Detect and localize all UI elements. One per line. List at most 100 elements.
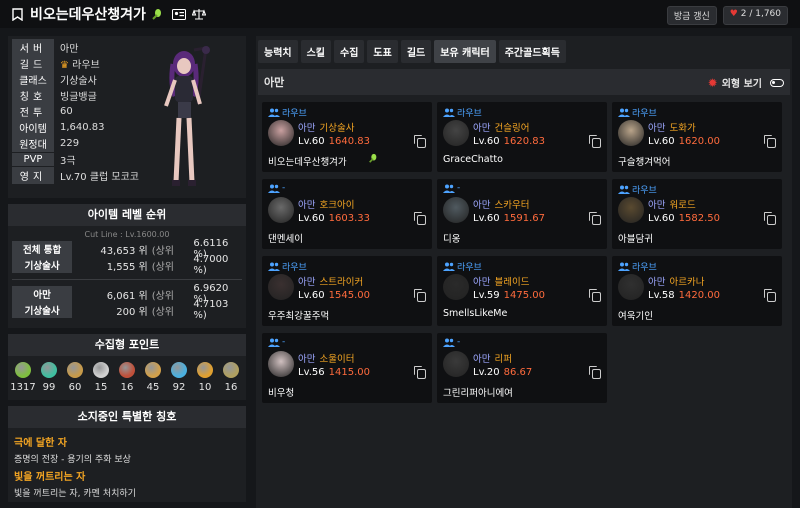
ranking-paren: (상위: [151, 290, 175, 302]
users-icon: [268, 108, 280, 117]
character-card[interactable]: - 아만 스카우터 Lv.60 1591.67 디옹: [437, 179, 607, 249]
character-card[interactable]: 라우브 아만 기상술사 Lv.60 1640.83 비오는데우산챙겨가: [262, 102, 432, 172]
collection-item[interactable]: 45: [141, 362, 165, 393]
guild-name: -: [457, 337, 461, 347]
character-card[interactable]: 라우브 아만 건슬링어 Lv.60 1620.83 GraceChatto: [437, 102, 607, 172]
character-card[interactable]: - 아만 소울이터 Lv.56 1415.00 비우청: [262, 333, 432, 403]
profile-label: PVP: [12, 152, 54, 166]
character-avatar: [618, 120, 644, 146]
character-avatar: [268, 120, 294, 146]
profile-value: 1,640.83: [60, 121, 105, 133]
profile-value: 아만: [60, 43, 79, 55]
combat-level: Lv.58: [648, 290, 675, 301]
character-card[interactable]: 라우브 아만 워로드 Lv.60 1582.50 아블담귀: [612, 179, 782, 249]
ranking-label: 기상술사: [12, 302, 73, 318]
item-level: 1640.83: [328, 136, 370, 147]
collection-item[interactable]: 99: [37, 362, 61, 393]
card-server-class: 아만 기상술사: [298, 120, 354, 134]
character-card[interactable]: 라우브 아만 도화가 Lv.60 1620.00 구슬챙겨먹어: [612, 102, 782, 172]
scale-icon[interactable]: [191, 7, 206, 21]
card-levels: Lv.60 1582.50: [648, 213, 720, 224]
tab-guild[interactable]: 길드: [400, 40, 432, 63]
copy-icon[interactable]: [414, 135, 426, 148]
card-character-name: GraceChatto: [443, 154, 503, 165]
copy-icon[interactable]: [764, 212, 776, 225]
collection-item[interactable]: 10: [193, 362, 217, 393]
character-avatar: [443, 197, 469, 223]
copy-icon[interactable]: [414, 289, 426, 302]
card-levels: Lv.60 1640.83: [298, 136, 370, 147]
profile-label: 전투: [12, 102, 54, 120]
copy-icon[interactable]: [589, 366, 601, 379]
collection-item[interactable]: 1317: [10, 362, 36, 393]
character-avatar: [268, 197, 294, 223]
toggle-knob: [772, 80, 775, 84]
toggle-switch[interactable]: [770, 78, 784, 87]
copy-icon[interactable]: [414, 212, 426, 225]
left-column: 서버 아만 길드 ♛ 라우브 클래스 기상술사 칭호 빙글뱅글 전투 60 아이템 1,64…: [8, 36, 246, 502]
tab-charts[interactable]: 도표: [367, 40, 398, 63]
card-server-class: 아만 호크아이: [298, 197, 354, 211]
character-card[interactable]: 라우브 아만 스트라이커 Lv.60 1545.00 우주최강꿀주먹: [262, 256, 432, 326]
collection-item[interactable]: 15: [89, 362, 113, 393]
tab-weekly-gold[interactable]: 주간골드획득: [498, 40, 566, 63]
combat-level: Lv.60: [473, 136, 500, 147]
copy-icon[interactable]: [414, 366, 426, 379]
tab-characters[interactable]: 보유 캐릭터: [434, 40, 496, 63]
world-tree-leaf-icon: [197, 362, 213, 378]
tab-skills[interactable]: 스킬: [300, 40, 332, 63]
class-name: 리퍼: [494, 354, 512, 365]
profile-label: 클래스: [12, 70, 54, 88]
users-icon: [268, 338, 280, 347]
collection-item[interactable]: 60: [63, 362, 87, 393]
mokoko-seed-icon: [15, 362, 31, 378]
server-name: 아만: [473, 200, 491, 211]
copy-icon[interactable]: [589, 289, 601, 302]
character-card[interactable]: - 아만 리퍼 Lv.20 86.67 그린리퍼아니에여: [437, 333, 607, 403]
card-character-name: 구슬챙겨먹어: [618, 157, 671, 168]
appearance-label: 외형 보기: [721, 79, 762, 90]
ranking-label: 전체 통합: [12, 241, 73, 257]
combat-level: Lv.59: [473, 290, 500, 301]
card-guild: -: [443, 337, 460, 347]
copy-icon[interactable]: [764, 289, 776, 302]
bookmark-icon[interactable]: [10, 7, 24, 21]
collection-item[interactable]: 92: [167, 362, 191, 393]
character-card[interactable]: 라우브 아만 아르카나 Lv.58 1420.00 여욱기인: [612, 256, 782, 326]
collection-value: 10: [198, 382, 212, 393]
class-name: 스트라이커: [319, 277, 364, 288]
ranking-rank: 200 위: [116, 306, 148, 318]
id-card-icon[interactable]: [171, 7, 186, 21]
card-levels: Lv.20 86.67: [473, 367, 532, 378]
copy-icon[interactable]: [764, 135, 776, 148]
appearance-toggle[interactable]: ✹ 외형 보기: [708, 75, 784, 90]
guild-name: -: [282, 337, 286, 347]
refresh-button[interactable]: 방금 갱신: [666, 6, 717, 25]
combat-level: Lv.60: [298, 290, 325, 301]
collection-item[interactable]: 16: [115, 362, 139, 393]
special-title-name: 극에 달한 자: [14, 438, 67, 449]
ranking-rank: 1,555 위: [106, 261, 148, 273]
item-level: 1603.33: [328, 213, 370, 224]
profile-value: 229: [60, 137, 80, 149]
special-title-name: 빛을 꺼트리는 자: [14, 472, 86, 483]
copy-icon[interactable]: [589, 135, 601, 148]
special-title-desc: 증명의 전장 - 용기의 주화 보상: [14, 455, 131, 465]
collection-value: 99: [42, 382, 56, 393]
class-name: 아르카나: [669, 277, 705, 288]
users-icon: [443, 184, 455, 193]
tab-collection[interactable]: 수집: [334, 40, 365, 63]
copy-icon[interactable]: [589, 212, 601, 225]
like-button[interactable]: ♥ 2 / 1,760: [722, 6, 788, 25]
class-name: 블레이드: [494, 277, 530, 288]
ranking-rank: 6,061 위: [106, 290, 148, 302]
card-guild: 라우브: [268, 260, 307, 273]
character-avatar: [268, 351, 294, 377]
guild-name: 라우브: [282, 263, 307, 273]
tab-stats[interactable]: 능력치: [258, 40, 298, 63]
guild-name: 라우브: [282, 109, 307, 119]
character-card[interactable]: - 아만 호크아이 Lv.60 1603.33 댄멘세이: [262, 179, 432, 249]
collection-item[interactable]: 16: [219, 362, 243, 393]
card-guild: 라우브: [618, 260, 657, 273]
character-card[interactable]: 라우브 아만 블레이드 Lv.59 1475.00 SmellsLikeMe: [437, 256, 607, 326]
